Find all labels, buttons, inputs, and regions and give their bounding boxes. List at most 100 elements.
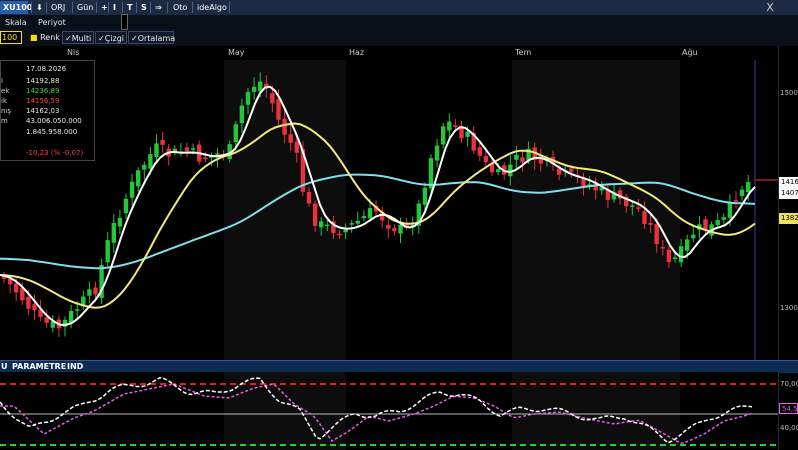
cizgi-checkbox[interactable]: ✓Çizgi xyxy=(95,31,127,44)
candle-body xyxy=(349,223,354,225)
ma-slow-badge: 13820 xyxy=(779,213,798,224)
candle-body xyxy=(160,139,165,145)
candle-body xyxy=(117,217,123,227)
candle-body xyxy=(93,287,98,295)
candle-body xyxy=(203,157,208,160)
candle-body xyxy=(111,222,116,243)
candle-body xyxy=(495,169,501,173)
price-tick-label: 15000 xyxy=(780,89,798,97)
close-icon[interactable]: X xyxy=(764,0,776,15)
month-label: Ağu xyxy=(682,48,698,57)
candle-body xyxy=(678,246,684,263)
candle-body xyxy=(392,227,397,232)
dropdown-toggle[interactable] xyxy=(121,14,128,30)
skala-menu[interactable]: Skala xyxy=(5,15,27,30)
renk-option[interactable]: ■ Renk xyxy=(28,31,63,44)
candle-body xyxy=(355,220,360,224)
level-label: 70,00 xyxy=(780,380,798,388)
renk-swatch-icon: ■ xyxy=(30,33,38,42)
chart-options-row: Skala Periyot xyxy=(0,15,798,30)
candle-body xyxy=(129,181,135,198)
candle-body xyxy=(337,233,342,236)
candle-body xyxy=(434,145,440,161)
month-label: May xyxy=(228,48,245,57)
candle-body xyxy=(648,222,653,225)
candle-body xyxy=(142,164,147,170)
toolbar-t-button[interactable]: T xyxy=(124,1,135,14)
info-label: m xyxy=(1,117,8,125)
multi-checkbox[interactable]: ✓Multi xyxy=(62,31,94,44)
candle-body xyxy=(514,154,519,160)
candle-body xyxy=(666,249,672,263)
candle-body xyxy=(520,157,525,163)
toolbar-idealgo-button[interactable]: ideAlgo xyxy=(194,1,230,14)
candle-body xyxy=(294,141,299,153)
current-price-badge: 14162 xyxy=(779,177,798,188)
candle-body xyxy=(44,317,49,323)
toolbar-s-button[interactable]: S xyxy=(138,1,150,14)
oscillator-value-badge: 54,52 xyxy=(779,403,798,414)
top-toolbar: XU100 ⬇ ORJ Gün + I T S ⇒ Oto ideAlgo X xyxy=(0,0,798,16)
candle-body xyxy=(184,147,190,151)
toolbar-i-button[interactable]: I xyxy=(110,1,119,14)
info-value: 14156,59 xyxy=(26,97,60,105)
candle-body xyxy=(343,229,348,233)
overlay-options-row: 100 ■ Renk ✓Multi ✓Çizgi ✓Ortalama xyxy=(0,30,798,46)
ortalama-checkbox[interactable]: ✓Ortalama xyxy=(128,31,175,44)
candle-body xyxy=(386,224,391,229)
periyot-menu[interactable]: Periyot xyxy=(38,15,66,30)
candle-body xyxy=(447,121,452,131)
toolbar-arrow-button[interactable]: ⇒ xyxy=(152,1,165,14)
price-chart[interactable] xyxy=(0,60,778,360)
info-value: 43.006.050.000 xyxy=(26,117,82,125)
candle-body xyxy=(87,289,92,296)
oscillator-panel[interactable] xyxy=(0,372,778,450)
candle-body xyxy=(636,207,641,209)
info-date: 17.08.2026 xyxy=(26,65,67,73)
month-label: Tem xyxy=(515,48,532,57)
price-tick-label: 13000 xyxy=(780,304,798,312)
candle-body xyxy=(288,134,293,143)
candle-body xyxy=(398,224,403,234)
info-label: ik xyxy=(1,97,7,105)
toolbar-orj-button[interactable]: ORJ xyxy=(48,1,68,14)
period-value-box[interactable]: 100 xyxy=(0,31,22,44)
info-change: -10,23 (% -0,07) xyxy=(26,149,84,157)
candle-body xyxy=(642,211,647,225)
info-value: 14162,03 xyxy=(26,107,60,115)
candle-body xyxy=(26,296,31,309)
candle-body xyxy=(148,154,153,169)
candle-body xyxy=(233,124,238,143)
time-axis: Nis May Haz Tem Ağu xyxy=(0,46,778,60)
candle-body xyxy=(672,257,678,259)
candle-body xyxy=(721,217,726,220)
candle-body xyxy=(422,187,428,205)
toolbar-down-arrow[interactable]: ⬇ xyxy=(33,1,46,14)
check-icon: ✓ xyxy=(98,34,105,43)
candle-body xyxy=(306,192,312,204)
candle-body xyxy=(367,208,373,219)
month-label: Nis xyxy=(67,48,80,57)
candle-body xyxy=(14,283,19,293)
candle-body xyxy=(154,143,159,158)
candle-body xyxy=(282,118,287,135)
candle-body xyxy=(477,147,482,156)
candle-body xyxy=(660,247,665,249)
candle-body xyxy=(746,182,751,193)
toolbar-oto-button[interactable]: Oto xyxy=(170,1,190,14)
candle-body xyxy=(453,125,458,128)
toolbar-period-button[interactable]: Gün xyxy=(74,1,96,14)
ma-fast-badge: 14072 xyxy=(779,188,798,199)
candle-body xyxy=(75,309,80,311)
symbol-selector[interactable]: XU100 xyxy=(0,1,32,14)
level-label: 40,00 xyxy=(780,424,798,432)
candle-body xyxy=(685,239,690,251)
candle-body xyxy=(270,93,275,104)
info-label: nış xyxy=(1,107,12,115)
check-icon: ✓ xyxy=(131,34,138,43)
candle-body xyxy=(325,224,330,227)
candle-body xyxy=(361,216,367,219)
candle-body xyxy=(32,304,37,311)
candle-body xyxy=(715,220,720,225)
candle-body xyxy=(123,198,129,214)
